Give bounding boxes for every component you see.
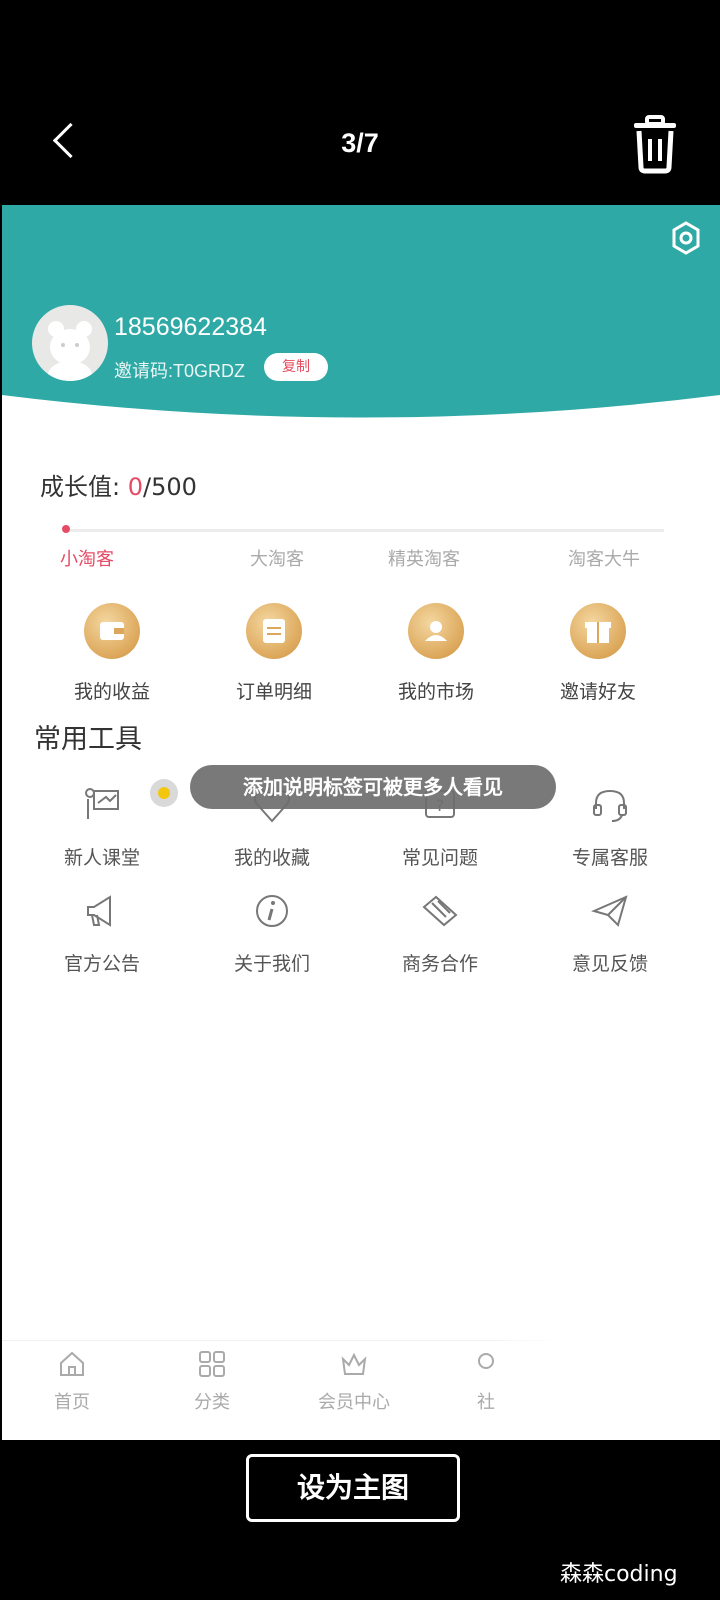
tool-feedback[interactable]: 意见反馈 xyxy=(520,889,700,976)
growth-value: 成长值: 0/500 xyxy=(40,467,197,502)
quick-action-label: 我的收益 xyxy=(73,681,150,703)
settings-icon[interactable] xyxy=(667,219,705,257)
quick-action-earnings[interactable]: 我的收益 xyxy=(22,603,202,704)
tool-label: 专属客服 xyxy=(571,847,648,869)
quick-action-orders[interactable]: 订单明细 xyxy=(184,603,364,704)
level-3: 精英淘客 xyxy=(388,549,460,570)
classroom-icon xyxy=(85,788,119,819)
user-phone: 18569622384 xyxy=(114,313,267,341)
app-screenshot: 18569622384 邀请码:T0GRDZ 复制 成长值: 0/500 小淘客… xyxy=(2,205,720,1440)
tool-label: 关于我们 xyxy=(233,953,310,975)
tab-label: 首页 xyxy=(54,1392,90,1413)
tool-label: 我的收藏 xyxy=(233,847,310,869)
growth-max: /500 xyxy=(143,473,197,501)
trash-icon xyxy=(634,115,676,174)
tooltip-marker[interactable] xyxy=(150,779,178,807)
tab-label: 分类 xyxy=(194,1392,230,1413)
growth-label: 成长值: xyxy=(40,473,128,501)
gift-icon xyxy=(570,603,626,659)
tool-label: 商务合作 xyxy=(401,953,478,975)
quick-action-invite[interactable]: 邀请好友 xyxy=(508,603,688,704)
handshake-icon xyxy=(422,895,458,927)
tool-about[interactable]: 关于我们 xyxy=(182,889,362,976)
market-icon xyxy=(408,603,464,659)
bear-avatar-icon xyxy=(48,321,92,381)
headset-icon xyxy=(593,789,627,822)
tool-label: 常见问题 xyxy=(401,847,478,869)
quick-action-label: 我的市场 xyxy=(397,681,474,703)
growth-current: 0 xyxy=(127,473,143,501)
level-4: 淘客大牛 xyxy=(568,549,640,570)
avatar[interactable] xyxy=(32,305,108,381)
tools-section-title: 常用工具 xyxy=(34,724,142,755)
level-2: 大淘客 xyxy=(250,549,304,570)
copy-button[interactable]: 复制 xyxy=(264,353,328,381)
tool-label: 新人课堂 xyxy=(63,847,140,869)
order-icon xyxy=(246,603,302,659)
label-tooltip[interactable]: 添加说明标签可被更多人看见 xyxy=(190,765,556,809)
quick-action-market[interactable]: 我的市场 xyxy=(346,603,526,704)
watermark: 森森coding xyxy=(560,1562,678,1587)
home-icon xyxy=(60,1351,84,1376)
quick-action-label: 订单明细 xyxy=(235,681,312,703)
tab-home[interactable]: 首页 xyxy=(2,1349,142,1414)
invite-code: 邀请码:T0GRDZ xyxy=(114,361,246,381)
wallet-icon xyxy=(84,603,140,659)
tool-business[interactable]: 商务合作 xyxy=(350,889,530,976)
quick-action-label: 邀请好友 xyxy=(559,681,636,703)
blurred-overlay xyxy=(497,1285,720,1440)
growth-progress-marker xyxy=(62,525,70,533)
delete-button[interactable] xyxy=(630,115,680,175)
crown-icon xyxy=(341,1352,367,1375)
megaphone-icon xyxy=(87,895,111,927)
set-main-image-button[interactable]: 设为主图 xyxy=(246,1454,460,1522)
viewer-top-bar: 3/7 xyxy=(0,0,720,205)
tab-label: 会员中心 xyxy=(318,1392,390,1413)
grid-icon xyxy=(199,1351,225,1377)
paper-plane-icon xyxy=(591,895,628,927)
level-1: 小淘客 xyxy=(60,549,114,570)
tool-announcement[interactable]: 官方公告 xyxy=(12,889,192,976)
tab-category[interactable]: 分类 xyxy=(142,1349,282,1414)
tab-member-center[interactable]: 会员中心 xyxy=(284,1349,424,1414)
info-icon xyxy=(256,895,288,927)
image-counter: 3/7 xyxy=(341,128,379,158)
tool-label: 官方公告 xyxy=(63,953,140,975)
profile-header-background xyxy=(2,205,720,418)
growth-progress-track xyxy=(64,529,664,532)
tool-label: 意见反馈 xyxy=(571,953,648,975)
